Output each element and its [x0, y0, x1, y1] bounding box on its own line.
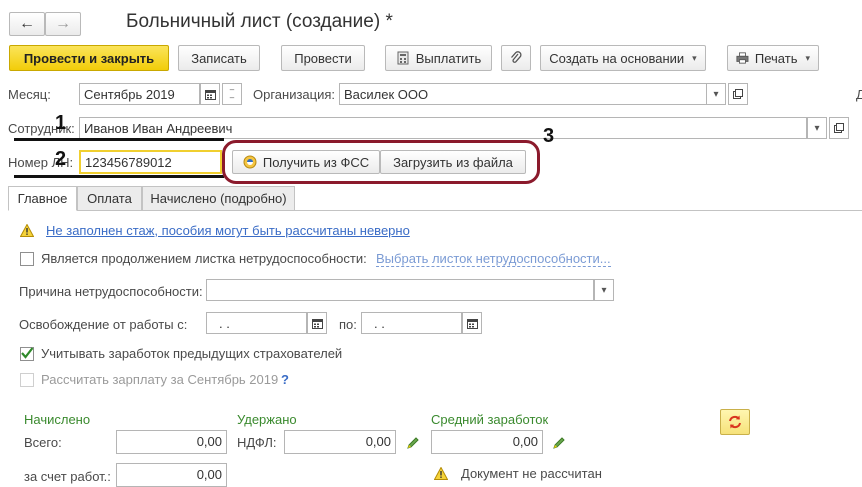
pay-button[interactable]: Выплатить	[385, 45, 492, 71]
save-button[interactable]: Записать	[178, 45, 260, 71]
annotation-underline-2	[14, 175, 224, 178]
reason-input[interactable]	[206, 279, 594, 301]
annotation-number-3: 3	[543, 125, 555, 147]
organization-input[interactable]: Василек ООО	[339, 83, 707, 105]
print-button[interactable]: Печать ▾	[727, 45, 819, 71]
stepper-down-icon: –	[229, 93, 235, 102]
organization-label: Организация:	[253, 87, 336, 102]
post-button[interactable]: Провести	[281, 45, 365, 71]
organization-dropdown-button[interactable]: ▾	[706, 83, 726, 105]
back-button[interactable]: ←	[9, 12, 45, 36]
avg-earnings-value-field[interactable]: 0,00	[431, 430, 543, 454]
open-form-icon	[834, 123, 844, 133]
help-icon[interactable]: ?	[281, 372, 289, 387]
release-to-calendar-button[interactable]	[462, 312, 482, 334]
calc-salary-label: Рассчитать зарплату за Сентябрь 2019	[41, 372, 279, 387]
avg-earnings-header: Средний заработок	[431, 412, 549, 427]
refresh-icon	[729, 415, 741, 429]
dropdown-icon: ▾	[814, 122, 820, 134]
experience-warning-link[interactable]: Не заполнен стаж, пособия могут быть рас…	[46, 223, 410, 238]
checkmark-icon	[21, 347, 34, 359]
employee-input[interactable]: Иванов Иван Андреевич	[79, 117, 807, 139]
month-input[interactable]: Сентябрь 2019	[79, 83, 200, 105]
not-calculated-status: Документ не рассчитан	[461, 466, 602, 481]
dropdown-icon: ▾	[805, 52, 810, 63]
calculator-icon	[397, 51, 409, 65]
ndfl-label: НДФЛ:	[237, 435, 277, 450]
release-to-input[interactable]: . .	[361, 312, 462, 334]
pencil-icon[interactable]	[406, 436, 420, 450]
annotation-underline-1	[14, 138, 224, 141]
calendar-icon	[204, 89, 216, 100]
print-label: Печать	[754, 50, 798, 66]
page-title: Больничный лист (создание) *	[126, 11, 393, 32]
tab-payment[interactable]: Оплата	[77, 186, 142, 211]
annotation-number-1: 1	[55, 112, 67, 134]
employer-value-field[interactable]: 0,00	[116, 463, 227, 487]
month-label: Месяц:	[8, 87, 51, 102]
paperclip-icon	[511, 51, 522, 63]
prev-insurers-checkbox[interactable]	[20, 347, 34, 361]
recalculate-button[interactable]	[720, 409, 750, 435]
pencil-icon[interactable]	[552, 436, 566, 450]
accrued-header: Начислено	[24, 412, 91, 427]
calc-salary-checkbox[interactable]	[20, 373, 34, 387]
forward-button[interactable]: →	[45, 12, 81, 36]
withheld-header: Удержано	[237, 412, 297, 427]
cut-field-label: Д	[856, 87, 862, 102]
employer-label: за счет работ.:	[24, 469, 111, 484]
open-form-icon	[733, 89, 743, 99]
continuation-checkbox[interactable]	[20, 252, 34, 266]
calendar-icon	[311, 318, 323, 329]
month-stepper[interactable]: – –	[222, 83, 242, 105]
total-value-field[interactable]: 0,00	[116, 430, 227, 454]
calendar-icon	[466, 318, 478, 329]
post-and-close-button[interactable]: Провести и закрыть	[9, 45, 169, 71]
tab-main[interactable]: Главное	[8, 186, 77, 211]
warning-icon	[434, 467, 448, 480]
dropdown-icon: ▾	[713, 88, 719, 100]
ndfl-value-field[interactable]: 0,00	[284, 430, 396, 454]
dropdown-icon: ▾	[601, 284, 607, 296]
pay-button-label: Выплатить	[415, 50, 482, 66]
prev-insurers-label: Учитывать заработок предыдущих страховат…	[41, 346, 343, 361]
employee-dropdown-button[interactable]: ▾	[807, 117, 827, 139]
release-from-calendar-button[interactable]	[307, 312, 327, 334]
annotation-ring-3	[222, 140, 540, 184]
organization-open-button[interactable]	[728, 83, 748, 105]
create-based-label: Создать на основании	[549, 50, 685, 66]
attach-button[interactable]	[501, 45, 531, 71]
employee-open-button[interactable]	[829, 117, 849, 139]
release-from-label: Освобождение от работы с:	[19, 317, 188, 332]
reason-label: Причина нетрудоспособности:	[19, 284, 203, 299]
select-sick-leave-link[interactable]: Выбрать листок нетрудоспособности...	[376, 251, 611, 267]
month-calendar-button[interactable]	[200, 83, 220, 105]
forward-arrow-icon: →	[55, 15, 71, 32]
release-from-input[interactable]: . .	[206, 312, 307, 334]
dropdown-icon: ▾	[692, 52, 697, 63]
create-based-button[interactable]: Создать на основании ▾	[540, 45, 706, 71]
continuation-label: Является продолжением листка нетрудоспос…	[41, 251, 367, 266]
reason-dropdown-button[interactable]: ▾	[594, 279, 614, 301]
warning-icon	[20, 224, 34, 237]
ln-number-input[interactable]: 123456789012	[79, 150, 222, 174]
total-label: Всего:	[24, 435, 62, 450]
annotation-number-2: 2	[55, 148, 67, 170]
release-to-label: по:	[339, 317, 357, 332]
printer-icon	[736, 52, 749, 64]
back-arrow-icon: ←	[19, 15, 35, 32]
tab-accrued-detail[interactable]: Начислено (подробно)	[142, 186, 295, 211]
